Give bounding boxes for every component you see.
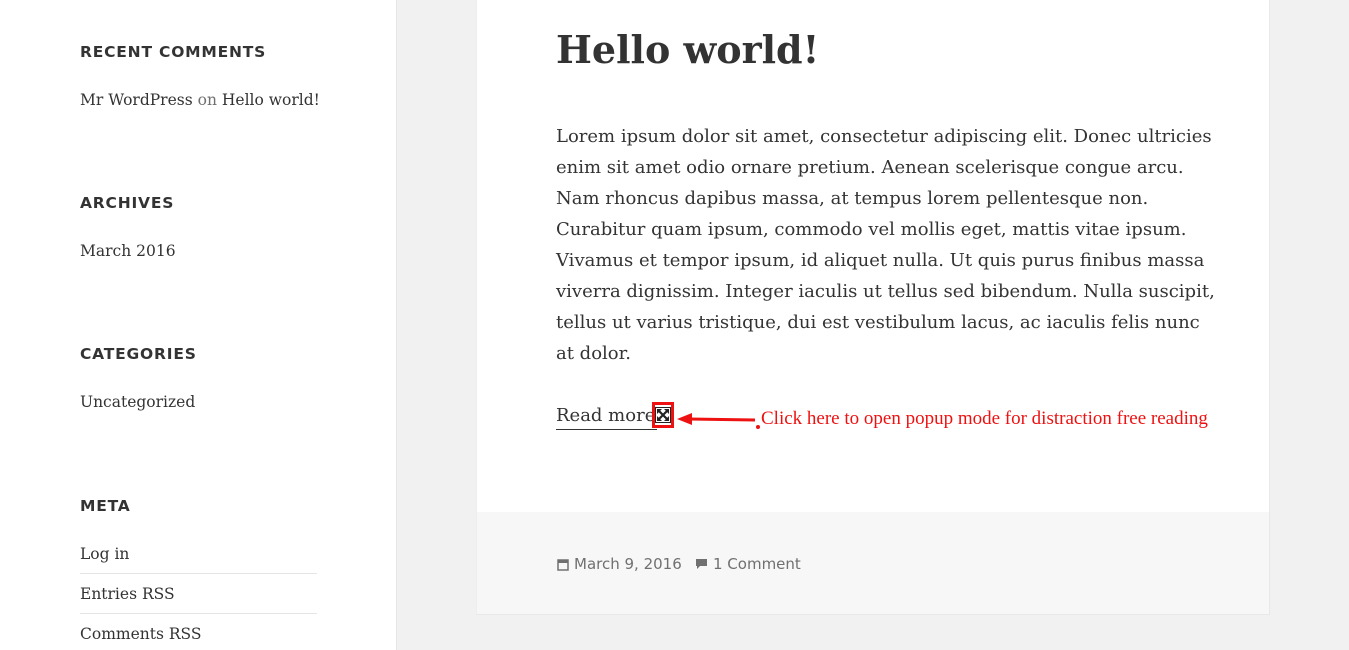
recent-comments-title: Recent Comments xyxy=(80,43,267,61)
post-footer: March 9, 2016 1 Comment xyxy=(477,512,1269,614)
meta-entries-rss-link[interactable]: Entries RSS xyxy=(80,583,317,605)
distraction-free-toggle-button[interactable] xyxy=(652,402,674,428)
post-card: Hello world! Lorem ipsum dolor sit amet,… xyxy=(476,0,1270,615)
archive-link-march-2016[interactable]: March 2016 xyxy=(80,240,176,262)
categories-title: Categories xyxy=(80,345,197,363)
meta-divider xyxy=(80,573,317,574)
post-comments-link[interactable]: 1 Comment xyxy=(713,552,801,576)
meta-title: Meta xyxy=(80,497,131,515)
meta-divider xyxy=(80,613,317,614)
category-link-uncategorized[interactable]: Uncategorized xyxy=(80,391,195,413)
post-date-link[interactable]: March 9, 2016 xyxy=(574,552,682,576)
comment-icon xyxy=(696,559,707,569)
post-comments: 1 Comment xyxy=(695,552,801,576)
read-more-link[interactable]: Read more xyxy=(556,403,658,430)
meta-comments-rss-link[interactable]: Comments RSS xyxy=(80,623,317,645)
annotation-text: Click here to open popup mode for distra… xyxy=(761,408,1208,429)
comment-post-link[interactable]: Hello world! xyxy=(222,91,320,109)
comment-on-label: on xyxy=(197,91,217,109)
post-title[interactable]: Hello world! xyxy=(556,26,819,74)
annotation-arrow xyxy=(677,413,760,429)
recent-comment-item: Mr WordPress on Hello world! xyxy=(80,89,320,111)
expand-arrows-icon xyxy=(655,407,671,423)
post-date: March 9, 2016 xyxy=(557,552,682,576)
archives-title: Archives xyxy=(80,194,175,212)
meta-log-in-link[interactable]: Log in xyxy=(80,543,317,565)
sidebar: Recent Comments Mr WordPress on Hello wo… xyxy=(0,0,397,650)
post-excerpt: Lorem ipsum dolor sit amet, consectetur … xyxy=(556,126,1215,364)
calendar-icon xyxy=(557,558,569,571)
comment-author-link[interactable]: Mr WordPress xyxy=(80,91,193,109)
